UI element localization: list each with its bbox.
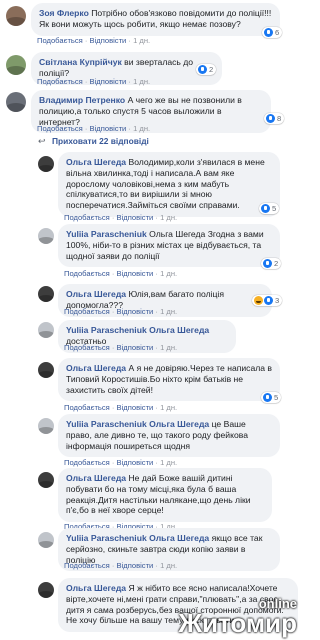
author-name[interactable]: Yuliia Parascheniuk xyxy=(66,419,147,429)
avatar[interactable] xyxy=(38,322,54,338)
reaction-count[interactable]: 3 xyxy=(252,295,283,306)
like-icon xyxy=(264,296,273,305)
author-name[interactable]: Ольга Шегеда xyxy=(66,157,126,167)
reply-button[interactable]: Відповісти xyxy=(117,213,154,222)
mention-tag[interactable]: Ольга Шегеда xyxy=(149,419,209,429)
timestamp[interactable]: 1 дн. xyxy=(160,307,177,316)
reply-button[interactable]: Відповісти xyxy=(90,124,127,133)
avatar[interactable] xyxy=(6,92,26,112)
reply-button[interactable]: Відповісти xyxy=(117,343,154,352)
comment: Владимир Петренко А чего же вы не позвон… xyxy=(0,86,303,134)
like-icon xyxy=(263,259,272,268)
author-name[interactable]: Ольга Шегеда xyxy=(66,473,126,483)
reply-button[interactable]: Відповісти xyxy=(90,36,127,45)
author-name[interactable]: Ольга Шегеда xyxy=(66,363,126,373)
reply: Ольга Шегеда Юлія,вам багато поліція доп… xyxy=(0,282,303,317)
comment-actions: Подобається · Відповісти · 1 дн. xyxy=(37,36,151,45)
author-name[interactable]: Ольга Шегеда xyxy=(66,583,126,593)
reply: Yuliia Parascheniuk Ольга Шегеда достатн… xyxy=(0,318,303,353)
reply-button[interactable]: Відповісти xyxy=(117,403,154,412)
reply-actions: Подобається · Відповісти · 1 дн. xyxy=(64,561,178,570)
avatar[interactable] xyxy=(38,472,54,488)
like-button[interactable]: Подобається xyxy=(64,343,110,352)
like-button[interactable]: Подобається xyxy=(64,269,110,278)
reaction-count[interactable]: 5 xyxy=(261,392,282,403)
mention-tag[interactable]: Ольга Шегеда xyxy=(149,325,209,335)
mention-tag[interactable]: Ольга Шегеда xyxy=(149,533,209,543)
comment-actions: Подобається · Відповісти · 1 дн. xyxy=(37,124,151,133)
haha-icon xyxy=(254,296,263,305)
avatar[interactable] xyxy=(6,55,26,75)
author-name[interactable]: Yuliia Parascheniuk xyxy=(66,229,147,239)
avatar[interactable] xyxy=(38,532,54,548)
like-icon xyxy=(266,114,275,123)
reply-actions: Подобається · Відповісти · 1 дн. xyxy=(64,403,178,412)
avatar[interactable] xyxy=(38,582,54,598)
reply-button[interactable]: Відповісти xyxy=(117,269,154,278)
like-button[interactable]: Подобається xyxy=(64,561,110,570)
reaction-count[interactable]: 5 xyxy=(259,203,280,214)
reply: Ольга Шегеда Володимир,коли з'явилася в … xyxy=(0,150,303,222)
like-button[interactable]: Подобається xyxy=(37,77,83,86)
reply-button[interactable]: Відповісти xyxy=(90,77,127,86)
reaction-count[interactable]: 8 xyxy=(264,113,285,124)
author-name[interactable]: Ольга Шегеда xyxy=(66,289,126,299)
comment-bubble: Зоя Флерко Потрібно обов'язково повідоми… xyxy=(31,3,280,36)
author-name[interactable]: Зоя Флерко xyxy=(39,8,89,18)
reply-actions: Подобається · Відповісти · 1 дн. xyxy=(64,307,178,316)
reply-bubble: Yuliia Parascheniuk Ольга Шегеда це Ваше… xyxy=(58,414,280,458)
timestamp[interactable]: 1 дн. xyxy=(133,36,150,45)
reply-bubble: Yuliia Parascheniuk Ольга Шегеда Згодна … xyxy=(58,224,280,268)
like-icon xyxy=(263,393,272,402)
avatar[interactable] xyxy=(38,362,54,378)
timestamp[interactable]: 1 дн. xyxy=(160,269,177,278)
reply: Yuliia Parascheniuk Ольга Шегеда це Ваше… xyxy=(0,412,303,467)
watermark-zhytomyr: Житомир xyxy=(178,608,297,638)
reaction-count[interactable]: 2 xyxy=(196,64,217,75)
reply-button[interactable]: Відповісти xyxy=(117,561,154,570)
author-name[interactable]: Yuliia Parascheniuk xyxy=(66,325,147,335)
reply: Yuliia Parascheniuk Ольга Шегеда якщо вс… xyxy=(0,526,303,572)
timestamp[interactable]: 1 дн. xyxy=(160,343,177,352)
reply-arrow-icon: ↩ xyxy=(38,136,46,146)
watermark-logo: online Житомир xyxy=(178,597,297,636)
reply-actions: Подобається · Відповісти · 1 дн. xyxy=(64,213,178,222)
avatar[interactable] xyxy=(38,286,54,302)
avatar[interactable] xyxy=(6,6,26,26)
reply: Yuliia Parascheniuk Ольга Шегеда Згодна … xyxy=(0,222,303,278)
reply-bubble: Ольга Шегеда Не дай Боже вашій дитині по… xyxy=(58,468,272,523)
like-button[interactable]: Подобається xyxy=(64,403,110,412)
reply-bubble: Ольга Шегеда А я не довіряю.Через те нап… xyxy=(58,358,280,402)
timestamp[interactable]: 1 дн. xyxy=(133,77,150,86)
timestamp[interactable]: 1 дн. xyxy=(160,213,177,222)
comment: Світлана Купрійчук ви зверталась до полі… xyxy=(0,48,303,86)
reply-bubble: Ольга Шегеда Володимир,коли з'явилася в … xyxy=(58,152,280,217)
timestamp[interactable]: 1 дн. xyxy=(133,124,150,133)
reply: Ольга Шегеда А я не довіряю.Через те нап… xyxy=(0,356,303,412)
like-icon xyxy=(264,28,273,37)
author-name[interactable]: Владимир Петренко xyxy=(39,95,125,105)
reply-actions: Подобається · Відповісти · 1 дн. xyxy=(64,269,178,278)
reaction-count[interactable]: 6 xyxy=(262,27,283,38)
avatar[interactable] xyxy=(38,156,54,172)
avatar[interactable] xyxy=(38,418,54,434)
comment: Зоя Флерко Потрібно обов'язково повідоми… xyxy=(0,0,303,46)
like-icon xyxy=(261,204,270,213)
like-icon xyxy=(198,65,207,74)
reply-actions: Подобається · Відповісти · 1 дн. xyxy=(64,343,178,352)
timestamp[interactable]: 1 дн. xyxy=(160,403,177,412)
reply-button[interactable]: Відповісти xyxy=(117,307,154,316)
timestamp[interactable]: 1 дн. xyxy=(160,561,177,570)
reaction-count[interactable]: 2 xyxy=(261,258,282,269)
author-name[interactable]: Yuliia Parascheniuk xyxy=(66,533,147,543)
reply: Ольга Шегеда Не дай Боже вашій дитині по… xyxy=(0,466,303,531)
like-button[interactable]: Подобається xyxy=(64,213,110,222)
comment-actions: Подобається · Відповісти · 1 дн. xyxy=(37,77,151,86)
like-button[interactable]: Подобається xyxy=(37,36,83,45)
like-button[interactable]: Подобається xyxy=(37,124,83,133)
avatar[interactable] xyxy=(38,228,54,244)
author-name[interactable]: Світлана Купрійчук xyxy=(39,57,122,67)
like-button[interactable]: Подобається xyxy=(64,307,110,316)
hide-replies-link[interactable]: Приховати 22 відповіді xyxy=(52,136,149,146)
